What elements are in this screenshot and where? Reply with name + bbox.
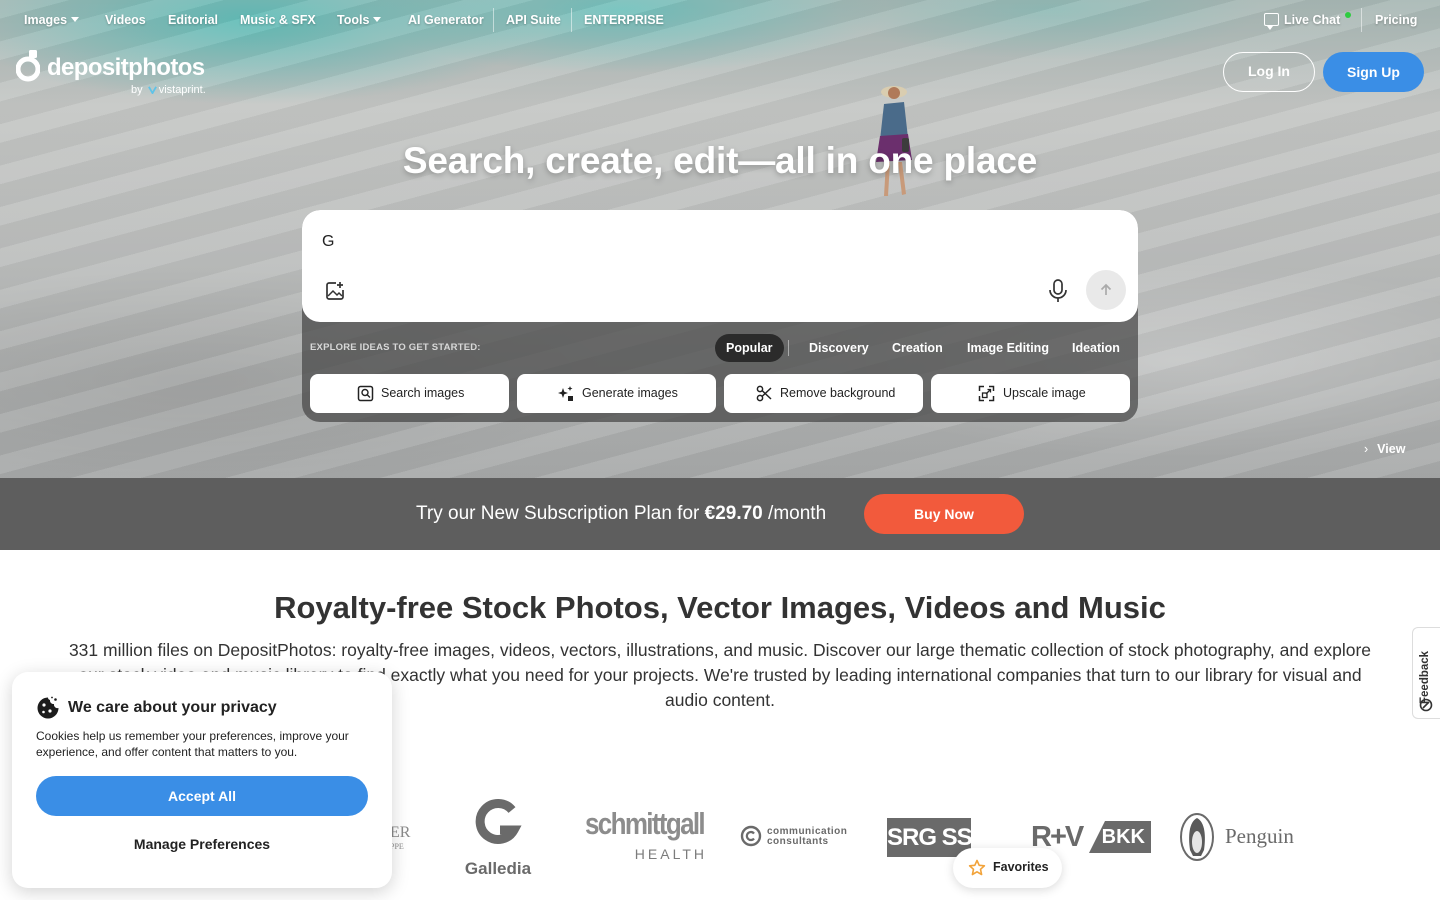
galledia-wordmark: Galledia — [464, 859, 532, 878]
login-button[interactable]: Log In — [1223, 52, 1315, 92]
vistaprint-icon — [147, 86, 157, 95]
nav-videos[interactable]: Videos — [105, 13, 146, 27]
feedback-icon — [1419, 698, 1433, 712]
scissors-icon — [756, 385, 772, 402]
nav-editorial[interactable]: Editorial — [168, 13, 218, 27]
brand-logo-srg-ssr: SRG SSR — [887, 818, 989, 857]
cookie-icon — [37, 696, 59, 719]
chevron-right-icon: › — [1364, 442, 1369, 456]
buy-now-button[interactable]: Buy Now — [864, 494, 1024, 534]
chat-icon — [1264, 13, 1279, 30]
logo-mark-icon — [16, 50, 40, 82]
tab-discovery[interactable]: Discovery — [809, 334, 869, 362]
explore-label: EXPLORE IDEAS TO GET STARTED: — [310, 342, 481, 353]
nav-divider — [1361, 8, 1362, 32]
live-chat-label: Live Chat — [1284, 13, 1341, 27]
search-box — [302, 210, 1138, 322]
generate-images-label: Generate images — [582, 386, 678, 400]
search-images-button[interactable]: Search images — [310, 374, 509, 413]
cookie-title: We care about your privacy — [68, 699, 277, 716]
cookie-consent-dialog: We care about your privacy Cookies help … — [12, 672, 392, 888]
tab-popular[interactable]: Popular — [715, 334, 784, 362]
search-panel: EXPLORE IDEAS TO GET STARTED: Popular Di… — [302, 210, 1138, 422]
nav-divider — [493, 8, 494, 32]
upscale-icon — [978, 385, 995, 402]
search-image-icon — [357, 385, 374, 402]
tab-divider — [788, 340, 789, 356]
comm-line-2: consultants — [767, 836, 829, 847]
nav-ai-generator[interactable]: AI Generator — [408, 13, 484, 27]
generate-images-button[interactable]: Generate images — [517, 374, 716, 413]
brand-logo-penguin: Penguin — [1179, 812, 1309, 862]
promo-message: Try our New Subscription Plan for — [416, 503, 700, 524]
nav-tools[interactable]: Tools — [337, 13, 382, 27]
promo-banner: Try our New Subscription Plan for €29.70… — [0, 478, 1440, 550]
manage-preferences-button[interactable]: Manage Preferences — [36, 836, 368, 852]
brand-logo-partial: ER PPE — [390, 824, 411, 854]
penguin-mark-icon — [1180, 813, 1214, 861]
galledia-mark-icon — [475, 799, 522, 844]
search-images-label: Search images — [381, 386, 465, 400]
cookie-text: Cookies help us remember your preference… — [36, 729, 349, 759]
promo-period: /month — [768, 503, 827, 524]
logo-by-label: by — [131, 84, 143, 96]
bkk-wordmark: BKK — [1089, 821, 1151, 853]
nav-pricing[interactable]: Pricing — [1375, 13, 1417, 27]
top-navigation: Images Videos Editorial Music & SFX Tool… — [0, 0, 1440, 40]
brand-logo-rv-bkk: R+V BKK — [1031, 821, 1151, 853]
feedback-label: Feedback — [1419, 650, 1431, 704]
remove-background-label: Remove background — [780, 386, 896, 400]
nav-music-sfx[interactable]: Music & SFX — [240, 13, 316, 27]
logo-byline: by vistaprint. — [131, 84, 206, 96]
schmittgall-subtitle: HEALTH — [634, 846, 707, 862]
microphone-icon[interactable] — [1047, 278, 1069, 304]
image-upload-icon[interactable] — [324, 280, 346, 302]
logo-wordmark: depositphotos — [47, 54, 205, 81]
nav-enterprise[interactable]: ENTERPRISE — [584, 13, 664, 27]
logo-partner: vistaprint. — [158, 84, 206, 96]
submit-search-button[interactable] — [1086, 270, 1126, 310]
nav-tools-label: Tools — [337, 13, 370, 27]
promo-text: Try our New Subscription Plan for €29.70… — [416, 503, 826, 525]
nav-images-label: Images — [24, 13, 68, 27]
penguin-wordmark: Penguin — [1225, 824, 1294, 848]
signup-button[interactable]: Sign Up — [1323, 52, 1424, 92]
favorites-button[interactable]: Favorites — [953, 848, 1062, 888]
view-photo-link[interactable]: › View — [1364, 442, 1405, 456]
schmittgall-wordmark: schmittgall — [585, 806, 706, 841]
nav-api-suite[interactable]: API Suite — [506, 13, 561, 27]
online-status-dot — [1345, 12, 1351, 18]
promo-price: €29.70 — [704, 503, 763, 524]
nav-divider — [571, 8, 572, 32]
star-icon — [968, 859, 986, 876]
live-chat-link[interactable]: Live Chat — [1264, 12, 1351, 30]
feedback-tab[interactable]: Feedback — [1412, 627, 1440, 719]
remove-background-button[interactable]: Remove background — [724, 374, 923, 413]
brand-partial-top: ER — [390, 824, 411, 841]
tab-image-editing[interactable]: Image Editing — [967, 334, 1049, 362]
chevron-down-icon — [71, 17, 80, 22]
upscale-image-label: Upscale image — [1003, 386, 1086, 400]
upscale-image-button[interactable]: Upscale image — [931, 374, 1130, 413]
copyright-mark-icon — [740, 825, 762, 847]
hero-headline: Search, create, edit—all in one place — [402, 140, 1038, 181]
sparkle-icon — [558, 386, 573, 401]
nav-images[interactable]: Images — [24, 13, 80, 27]
arrow-up-icon — [1100, 283, 1112, 295]
tab-ideation[interactable]: Ideation — [1072, 334, 1120, 362]
chevron-down-icon — [373, 17, 382, 22]
brand-partial-bottom: PPE — [390, 842, 404, 851]
accept-all-button[interactable]: Accept All — [36, 776, 368, 816]
brand-logo-galledia: Galledia — [463, 798, 533, 879]
favorites-label: Favorites — [993, 860, 1049, 874]
tab-creation[interactable]: Creation — [892, 334, 943, 362]
search-input[interactable] — [322, 230, 1022, 254]
view-link-label: View — [1377, 442, 1406, 456]
section-title: Royalty-free Stock Photos, Vector Images… — [274, 590, 1166, 625]
brand-logo-schmittgall: schmittgall HEALTH — [585, 806, 707, 863]
